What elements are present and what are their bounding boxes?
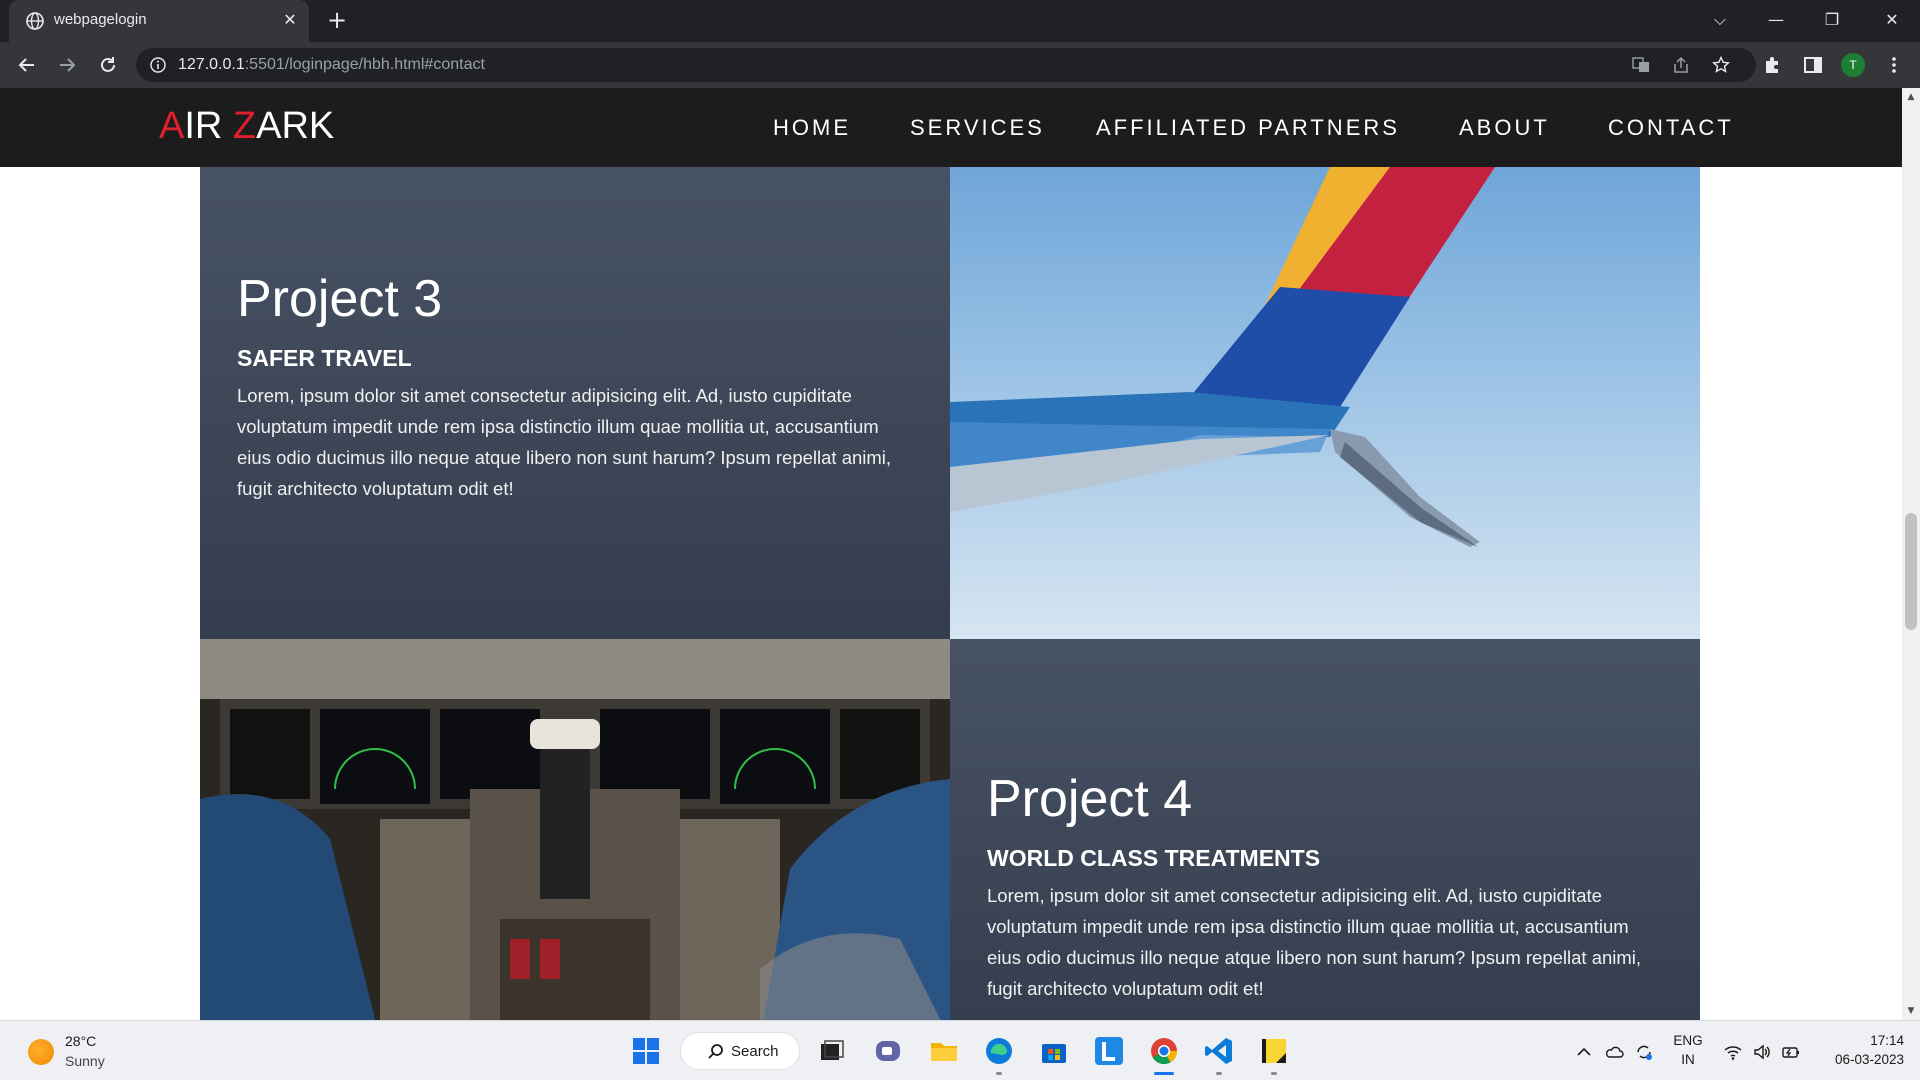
- globe-icon: [26, 12, 44, 30]
- cockpit-image: [200, 639, 950, 1020]
- project-3-subtitle: SAFER TRAVEL: [237, 345, 412, 371]
- site-info-icon[interactable]: [150, 57, 166, 73]
- browser-tab[interactable]: webpagelogin ✕: [9, 0, 309, 42]
- nav-services-link[interactable]: SERVICES: [910, 115, 1045, 141]
- extensions-puzzle-icon[interactable]: [1762, 55, 1782, 75]
- search-icon: [708, 1044, 723, 1059]
- project-4-description: Lorem, ipsum dolor sit amet consectetur …: [987, 885, 1642, 999]
- file-explorer-icon[interactable]: [928, 1035, 960, 1067]
- url-text[interactable]: 127.0.0.1:5501/loginpage/hbh.html#contac…: [178, 56, 485, 74]
- project-4-title: Project 4: [987, 770, 1193, 828]
- project-4-subtitle: WORLD CLASS TREATMENTS: [987, 845, 1321, 871]
- restore-button[interactable]: ❐: [1804, 0, 1860, 42]
- nav-contact-link[interactable]: CONTACT: [1608, 115, 1734, 141]
- chrome-active-indicator: [1154, 1072, 1174, 1075]
- tab-search-chevron-icon[interactable]: ⌵: [1692, 0, 1748, 42]
- logo-ark: ARK: [256, 105, 335, 147]
- close-tab-icon[interactable]: ✕: [281, 11, 299, 29]
- onedrive-cloud-icon[interactable]: [1604, 1042, 1624, 1062]
- back-arrow-icon[interactable]: [14, 52, 40, 78]
- share-icon[interactable]: [1672, 56, 1690, 74]
- browser-toolbar: 127.0.0.1:5501/loginpage/hbh.html#contac…: [0, 42, 1920, 88]
- taskbar-search-button[interactable]: Search: [680, 1032, 800, 1070]
- windows-start-icon[interactable]: [630, 1035, 662, 1067]
- chrome-browser-icon[interactable]: [1148, 1035, 1180, 1067]
- teams-chat-icon[interactable]: [872, 1035, 904, 1067]
- new-tab-button[interactable]: +: [325, 8, 349, 33]
- logo-ir: IR: [184, 105, 233, 147]
- vscode-running-indicator: [1216, 1072, 1222, 1075]
- nav-about-link[interactable]: ABOUT: [1459, 115, 1550, 141]
- translate-icon[interactable]: [1632, 56, 1650, 74]
- forward-arrow-icon[interactable]: [54, 52, 80, 78]
- edge-browser-icon[interactable]: [983, 1035, 1015, 1067]
- project-3-title: Project 3: [237, 270, 443, 328]
- microsoft-store-icon[interactable]: [1038, 1035, 1070, 1067]
- page-viewport: AIR ZARK HOME SERVICES AFFILIATED PARTNE…: [0, 88, 1902, 1020]
- search-label: Search: [731, 1043, 779, 1060]
- side-panel-icon[interactable]: [1803, 55, 1823, 75]
- sticky-notes-running-indicator: [1271, 1072, 1277, 1075]
- vscode-icon[interactable]: [1203, 1035, 1235, 1067]
- project-3-card: Project 3 SAFER TRAVEL Lorem, ipsum dolo…: [200, 167, 950, 639]
- wing-illustration: [950, 167, 1495, 547]
- project-4-card: Project 4 WORLD CLASS TREATMENTS Lorem, …: [950, 639, 1700, 1020]
- reload-icon[interactable]: [95, 52, 121, 78]
- more-menu-icon[interactable]: [1884, 55, 1904, 75]
- launcher-l-icon[interactable]: [1093, 1035, 1125, 1067]
- nav-affiliated-partners-link[interactable]: AFFILIATED PARTNERS: [1096, 115, 1400, 141]
- edge-running-indicator: [996, 1072, 1002, 1075]
- cockpit-illustration: [200, 639, 950, 1020]
- airplane-wing-image: [950, 167, 1700, 639]
- sun-weather-icon[interactable]: [28, 1039, 54, 1065]
- profile-avatar[interactable]: T: [1841, 53, 1865, 77]
- logo-letter-z: Z: [232, 105, 257, 147]
- scrollbar-thumb[interactable]: [1905, 513, 1917, 630]
- volume-icon[interactable]: [1752, 1042, 1772, 1062]
- minimize-button[interactable]: —: [1748, 0, 1804, 42]
- close-window-button[interactable]: ✕: [1864, 0, 1920, 42]
- url-path: :5501/loginpage/hbh.html#contact: [244, 56, 485, 73]
- sync-icon[interactable]: [1634, 1042, 1654, 1062]
- sticky-notes-icon[interactable]: [1258, 1035, 1290, 1067]
- chevron-up-icon[interactable]: [1574, 1042, 1594, 1062]
- region-indicator[interactable]: IN: [1668, 1052, 1708, 1067]
- clock-date[interactable]: 06-03-2023: [1814, 1052, 1904, 1067]
- browser-tab-bar: webpagelogin ✕ + ⌵ — ❐ ✕: [0, 0, 1920, 42]
- tab-title: webpagelogin: [54, 11, 147, 28]
- url-host: 127.0.0.1: [178, 56, 245, 73]
- weather-temperature[interactable]: 28°C: [65, 1033, 96, 1049]
- weather-condition[interactable]: Sunny: [65, 1053, 105, 1069]
- task-view-icon[interactable]: [816, 1035, 848, 1067]
- address-bar[interactable]: 127.0.0.1:5501/loginpage/hbh.html#contac…: [136, 48, 1756, 82]
- scroll-down-arrow-icon[interactable]: ▼: [1906, 1006, 1916, 1016]
- battery-charging-icon[interactable]: [1781, 1042, 1801, 1062]
- nav-home-link[interactable]: HOME: [773, 115, 851, 141]
- scroll-up-arrow-icon[interactable]: ▲: [1906, 92, 1916, 102]
- bookmark-star-icon[interactable]: [1712, 56, 1730, 74]
- project-3-description: Lorem, ipsum dolor sit amet consectetur …: [237, 385, 892, 499]
- wifi-icon[interactable]: [1723, 1042, 1743, 1062]
- clock-time[interactable]: 17:14: [1814, 1033, 1904, 1048]
- page-scrollbar[interactable]: ▲ ▼: [1902, 88, 1920, 1020]
- site-navbar: AIR ZARK HOME SERVICES AFFILIATED PARTNE…: [0, 88, 1902, 167]
- language-indicator[interactable]: ENG: [1668, 1033, 1708, 1048]
- site-logo[interactable]: AIR ZARK: [159, 105, 334, 148]
- windows-taskbar: 28°C Sunny Search ENG IN 17:14 06-03-202…: [0, 1020, 1920, 1080]
- logo-letter-a: A: [159, 105, 185, 147]
